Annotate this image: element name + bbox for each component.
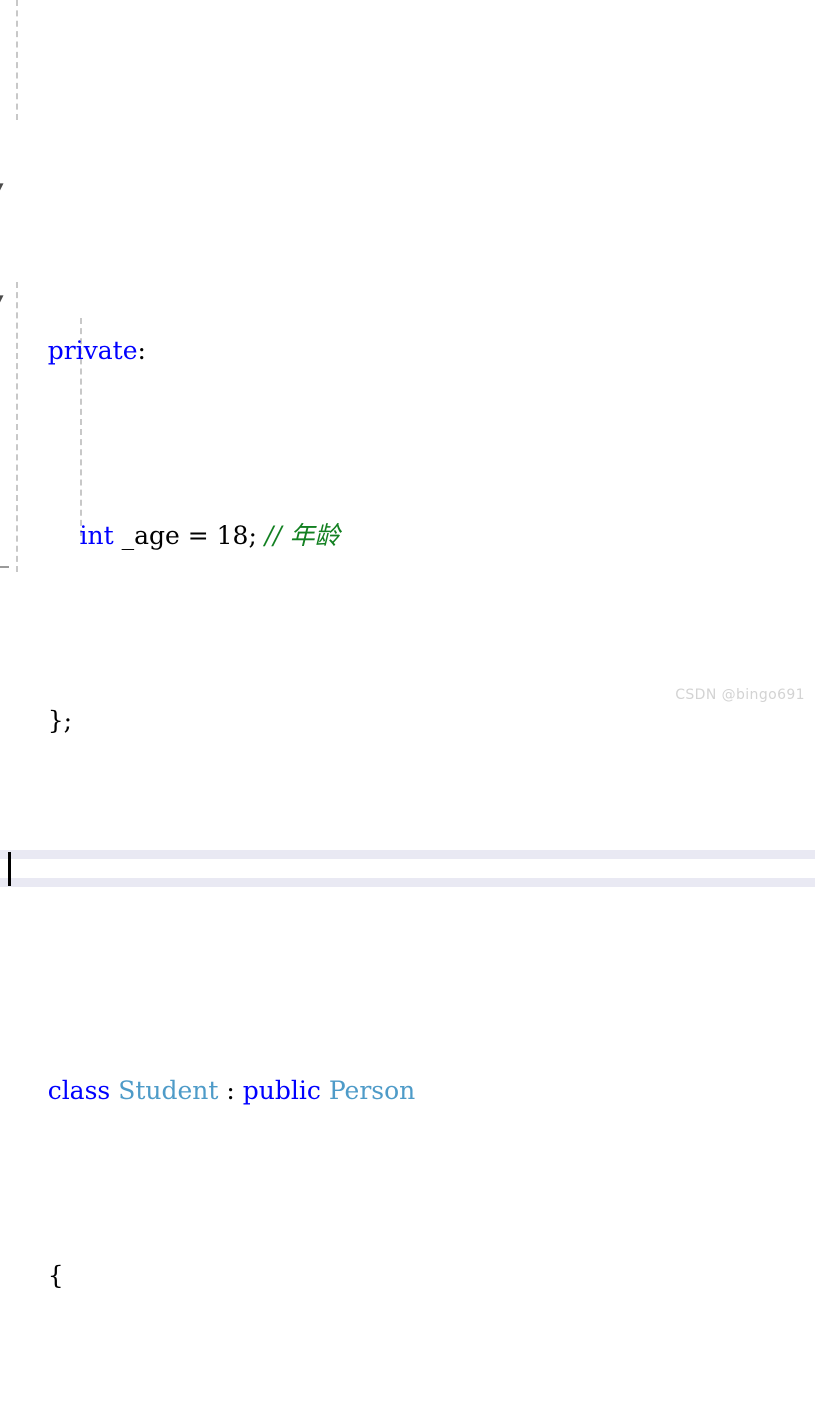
- line3-comment: // 年龄: [256, 521, 340, 550]
- line4-text: };: [47, 706, 73, 735]
- line6-keyword-class: class: [47, 1076, 111, 1105]
- line6-keyword-public: public: [242, 1076, 321, 1105]
- line3-indent: [48, 521, 80, 550]
- line6-space1: [110, 1076, 118, 1105]
- code-line-8[interactable]: public:: [0, 1405, 815, 1416]
- line3-decl: _age = 18;: [113, 521, 257, 550]
- code-editor[interactable]: ▾ ▾ string _name = "peter"; // 姓名 privat…: [0, 0, 815, 1290]
- line7-text: {: [47, 1261, 64, 1290]
- code-line-3[interactable]: int _age = 18; // 年龄: [0, 480, 815, 550]
- line6-type-person: Person: [328, 1076, 416, 1105]
- line2-colon: :: [137, 336, 146, 365]
- code-line-5-active[interactable]: [0, 850, 815, 887]
- code-line-1[interactable]: string _name = "peter"; // 姓名: [0, 129, 815, 147]
- code-line-6[interactable]: class Student : public Person: [0, 1035, 815, 1105]
- csdn-watermark: CSDN @bingo691: [675, 687, 805, 703]
- line6-inherit-colon: :: [218, 1076, 243, 1105]
- code-line-7[interactable]: {: [0, 1220, 815, 1290]
- line2-keyword: private: [47, 336, 138, 365]
- line6-type-student: Student: [118, 1076, 219, 1105]
- text-caret: [8, 852, 11, 886]
- code-line-2[interactable]: private:: [0, 295, 815, 365]
- code-content[interactable]: string _name = "peter"; // 姓名 private: i…: [0, 0, 815, 1290]
- line6-space2: [321, 1076, 329, 1105]
- line3-type: int: [79, 521, 114, 550]
